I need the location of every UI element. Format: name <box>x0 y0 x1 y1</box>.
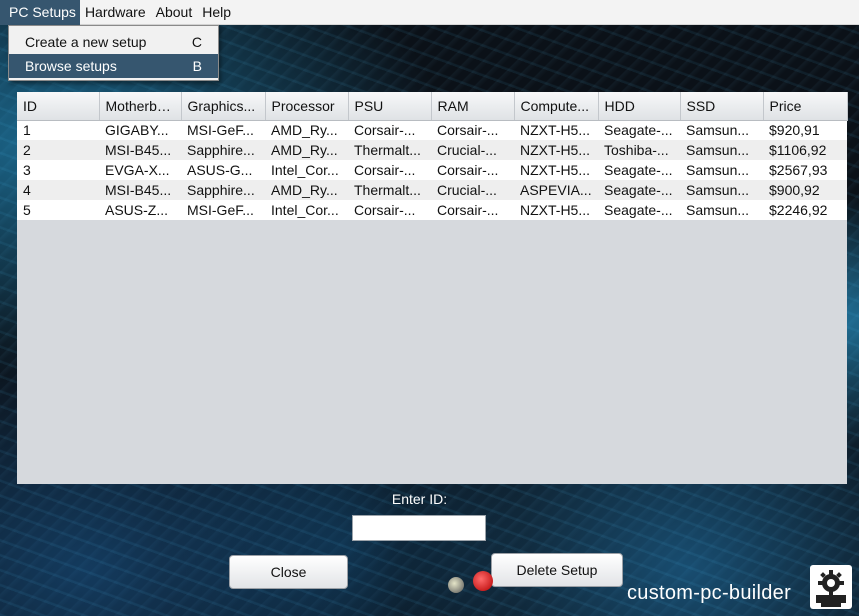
decor-red-led-icon <box>473 571 493 591</box>
cell-hdd[interactable]: Seagate-... <box>598 160 680 180</box>
column-header-psu[interactable]: PSU <box>348 92 432 121</box>
cell-price[interactable]: $2246,92 <box>763 200 847 220</box>
cell-ssd[interactable]: Samsun... <box>680 180 763 200</box>
menu-about[interactable]: About <box>151 0 198 25</box>
cell-ram[interactable]: Crucial-... <box>431 140 514 160</box>
cell-graphics[interactable]: Sapphire... <box>181 140 265 160</box>
column-header-ram[interactable]: RAM <box>431 92 515 121</box>
setups-table: ID Motherbo... Graphics... Processor PSU… <box>17 92 848 220</box>
setups-table-panel: ID Motherbo... Graphics... Processor PSU… <box>17 92 848 484</box>
cell-processor[interactable]: AMD_Ry... <box>265 120 348 140</box>
cell-processor[interactable]: AMD_Ry... <box>265 140 348 160</box>
id-input[interactable] <box>352 515 486 541</box>
cell-computer-case[interactable]: NZXT-H5... <box>514 200 598 220</box>
column-header-ssd[interactable]: SSD <box>680 92 764 121</box>
cell-psu[interactable]: Thermalt... <box>348 180 431 200</box>
cell-price[interactable]: $1106,92 <box>763 140 847 160</box>
cell-hdd[interactable]: Seagate-... <box>598 120 680 140</box>
cell-ssd[interactable]: Samsun... <box>680 160 763 180</box>
cell-hdd[interactable]: Seagate-... <box>598 180 680 200</box>
cell-price[interactable]: $900,92 <box>763 180 847 200</box>
cell-graphics[interactable]: Sapphire... <box>181 180 265 200</box>
cell-processor[interactable]: AMD_Ry... <box>265 180 348 200</box>
menu-bar: PC Setups Hardware About Help <box>0 0 859 25</box>
cell-price[interactable]: $2567,93 <box>763 160 847 180</box>
cell-processor[interactable]: Intel_Cor... <box>265 200 348 220</box>
column-header-price[interactable]: Price <box>763 92 848 121</box>
column-header-computer-case[interactable]: Compute... <box>514 92 599 121</box>
cell-ram[interactable]: Corsair-... <box>431 120 514 140</box>
menu-item-label: Create a new setup <box>25 34 147 50</box>
column-header-id[interactable]: ID <box>17 92 100 121</box>
gear-icon <box>810 565 852 609</box>
cell-id[interactable]: 5 <box>17 200 99 220</box>
menu-item-shortcut: C <box>191 34 202 50</box>
close-button[interactable]: Close <box>229 555 348 589</box>
enter-id-label: Enter ID: <box>391 491 448 507</box>
cell-motherboard[interactable]: GIGABY... <box>99 120 181 140</box>
table-row[interactable]: 1 GIGABY... MSI-GeF... AMD_Ry... Corsair-...… <box>17 120 847 140</box>
table-row[interactable]: 5 ASUS-Z... MSI-GeF... Intel_Cor... Corsair-… <box>17 200 847 220</box>
menu-pc-setups[interactable]: PC Setups <box>0 0 80 25</box>
column-header-graphics[interactable]: Graphics... <box>181 92 266 121</box>
cell-ssd[interactable]: Samsun... <box>680 120 763 140</box>
table-row[interactable]: 4 MSI-B45... Sapphire... AMD_Ry... Thermalt.… <box>17 180 847 200</box>
cell-id[interactable]: 3 <box>17 160 99 180</box>
cell-ssd[interactable]: Samsun... <box>680 140 763 160</box>
table-row[interactable]: 2 MSI-B45... Sapphire... AMD_Ry... Thermalt.… <box>17 140 847 160</box>
menu-hardware[interactable]: Hardware <box>80 0 151 25</box>
cell-computer-case[interactable]: NZXT-H5... <box>514 160 598 180</box>
menu-item-create-setup[interactable]: Create a new setup C <box>9 30 218 54</box>
cell-ram[interactable]: Crucial-... <box>431 180 514 200</box>
cell-graphics[interactable]: MSI-GeF... <box>181 120 265 140</box>
cell-computer-case[interactable]: ASPEVIA... <box>514 180 598 200</box>
table-header-row: ID Motherbo... Graphics... Processor PSU… <box>17 92 848 121</box>
cell-motherboard[interactable]: ASUS-Z... <box>99 200 181 220</box>
cell-psu[interactable]: Thermalt... <box>348 140 431 160</box>
decor-component-icon <box>448 577 464 593</box>
cell-motherboard[interactable]: MSI-B45... <box>99 140 181 160</box>
menu-item-browse-setups[interactable]: Browse setups B <box>9 54 218 78</box>
cell-psu[interactable]: Corsair-... <box>348 120 431 140</box>
delete-setup-button[interactable]: Delete Setup <box>491 553 623 587</box>
cell-psu[interactable]: Corsair-... <box>348 200 431 220</box>
cell-graphics[interactable]: MSI-GeF... <box>181 200 265 220</box>
cell-hdd[interactable]: Seagate-... <box>598 200 680 220</box>
cell-computer-case[interactable]: NZXT-H5... <box>514 120 598 140</box>
table-row[interactable]: 3 EVGA-X... ASUS-G... Intel_Cor... Corsair-.… <box>17 160 847 180</box>
column-header-processor[interactable]: Processor <box>265 92 349 121</box>
column-header-hdd[interactable]: HDD <box>598 92 681 121</box>
cell-ssd[interactable]: Samsun... <box>680 200 763 220</box>
cell-psu[interactable]: Corsair-... <box>348 160 431 180</box>
cell-graphics[interactable]: ASUS-G... <box>181 160 265 180</box>
menu-item-shortcut: B <box>192 58 202 74</box>
cell-price[interactable]: $920,91 <box>763 120 847 140</box>
cell-motherboard[interactable]: EVGA-X... <box>99 160 181 180</box>
menu-help[interactable]: Help <box>197 0 236 25</box>
cell-id[interactable]: 1 <box>17 120 99 140</box>
cell-ram[interactable]: Corsair-... <box>431 200 514 220</box>
menu-item-label: Browse setups <box>25 58 117 74</box>
cell-id[interactable]: 4 <box>17 180 99 200</box>
cell-computer-case[interactable]: NZXT-H5... <box>514 140 598 160</box>
cell-id[interactable]: 2 <box>17 140 99 160</box>
cell-processor[interactable]: Intel_Cor... <box>265 160 348 180</box>
brand-name: custom-pc-builder <box>627 582 792 604</box>
column-header-motherboard[interactable]: Motherbo... <box>99 92 182 121</box>
cell-hdd[interactable]: Toshiba-... <box>598 140 680 160</box>
cell-ram[interactable]: Corsair-... <box>431 160 514 180</box>
pc-setups-dropdown: Create a new setup C Browse setups B <box>8 25 219 81</box>
cell-motherboard[interactable]: MSI-B45... <box>99 180 181 200</box>
